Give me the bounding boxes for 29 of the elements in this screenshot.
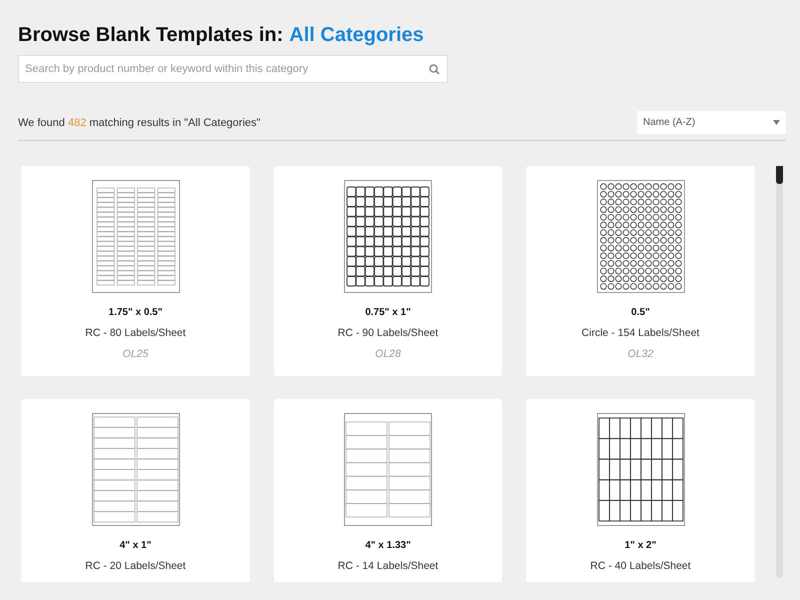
label-size: 4" x 1" <box>120 540 152 551</box>
label-size: 1" x 2" <box>624 540 656 551</box>
label-description: RC - 80 Labels/Sheet <box>85 327 186 339</box>
scrollbar-track[interactable] <box>776 166 783 578</box>
label-description: RC - 14 Labels/Sheet <box>338 560 438 572</box>
product-code: OL25 <box>122 348 148 360</box>
results-summary: We found 482 matching results in "All Categories" <box>18 116 260 128</box>
label-description: RC - 20 Labels/Sheet <box>85 560 186 572</box>
product-code: OL32 <box>628 348 654 360</box>
label-description: Circle - 154 Labels/Sheet <box>582 327 700 339</box>
product-code: OL28 <box>375 348 401 360</box>
template-card[interactable]: 0.5" Circle - 154 Labels/Sheet OL32 <box>526 166 755 376</box>
caret-icon <box>773 120 780 125</box>
page-title: Browse Blank Templates in: <box>18 24 284 47</box>
search-icon[interactable] <box>429 64 440 75</box>
template-card[interactable]: 4" x 1.33" RC - 14 Labels/Sheet <box>274 399 502 582</box>
label-size: 4" x 1.33" <box>365 540 411 551</box>
label-description: RC - 40 Labels/Sheet <box>590 560 691 572</box>
scrollbar-thumb[interactable] <box>776 166 783 184</box>
template-card[interactable]: 1.75" x 0.5" RC - 80 Labels/Sheet OL25 <box>21 166 250 376</box>
template-card[interactable]: 0.75" x 1" RC - 90 Labels/Sheet OL28 <box>274 166 502 376</box>
sort-dropdown[interactable]: Name (A-Z) <box>637 111 786 134</box>
search-field[interactable]: Search by product number or keyword within this category <box>18 55 448 83</box>
label-size: 0.75" x 1" <box>365 307 411 318</box>
label-size: 1.75" x 0.5" <box>108 307 162 318</box>
template-card[interactable]: 4" x 1" RC - 20 Labels/Sheet <box>21 399 250 582</box>
label-description: RC - 90 Labels/Sheet <box>338 327 438 339</box>
template-card[interactable]: 1" x 2" RC - 40 Labels/Sheet <box>526 399 755 582</box>
label-size: 0.5" <box>631 307 650 318</box>
